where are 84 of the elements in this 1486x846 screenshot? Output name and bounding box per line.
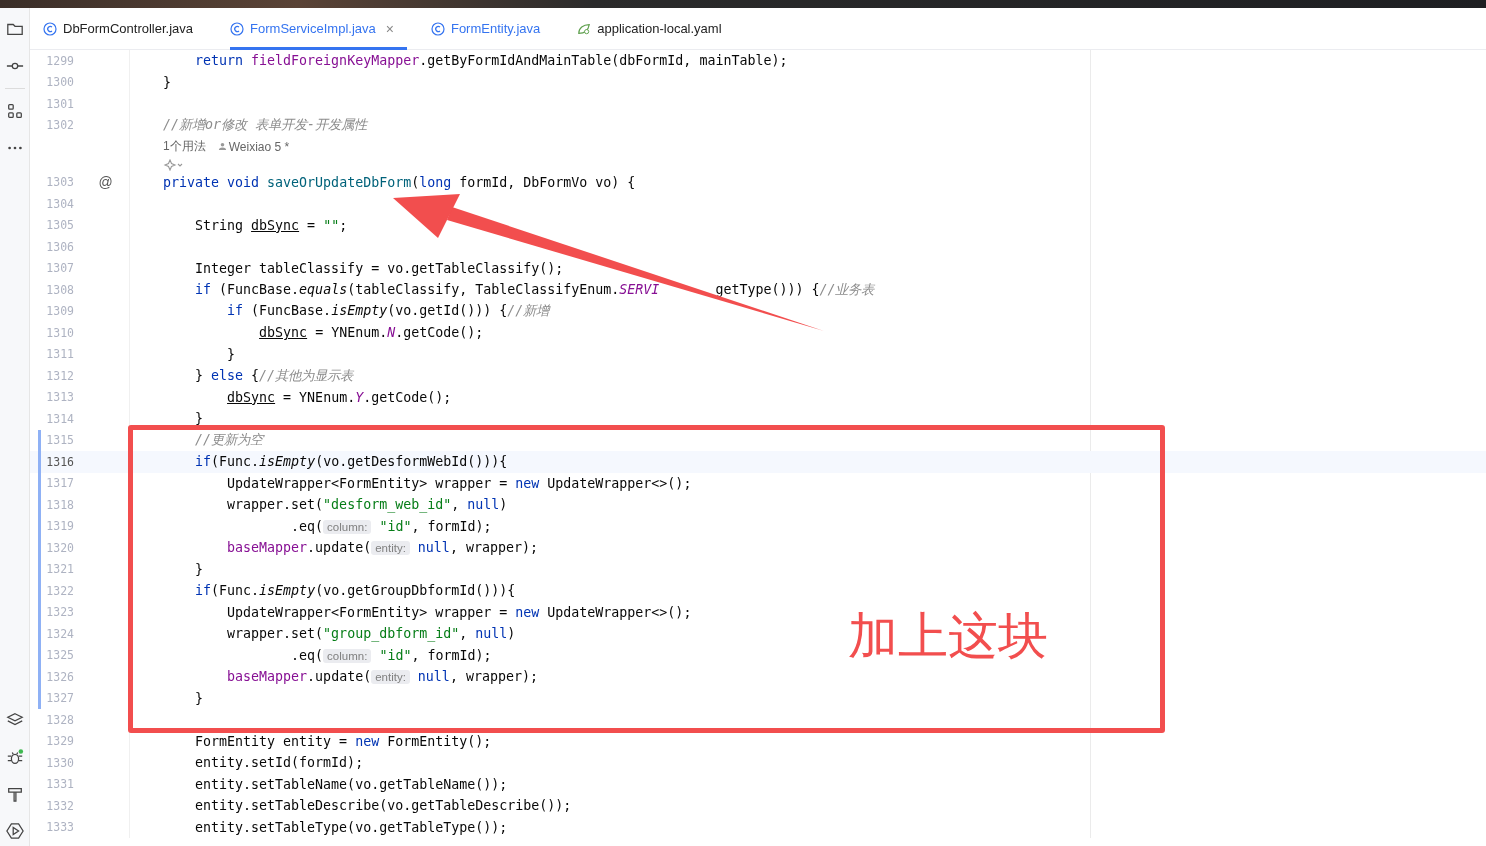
editor-tab[interactable]: application-local.yaml [577, 7, 735, 50]
code-line: UpdateWrapper<FormEntity> wrapper = new UpdateWrapper<>(); [226, 475, 692, 491]
usages-count[interactable]: 1个用法 [163, 138, 206, 156]
code-line: baseMapper.update( entity: null, wrapper); [226, 669, 538, 685]
line-number: 1312 [45, 368, 74, 383]
line-number: 1317 [45, 476, 74, 491]
line-number: 1326 [45, 669, 74, 684]
code-line: entity.setId(formId); [194, 755, 364, 771]
class-icon [43, 21, 57, 36]
code-line: entity.setTableDescribe(vo.getTableDescribe()); [194, 798, 572, 814]
line-number: 1330 [45, 755, 74, 770]
editor-tab[interactable]: FormServiceImpl.java × [230, 7, 407, 50]
line-number: 1323 [45, 605, 74, 620]
author-label[interactable]: Weixiao 5 * [228, 139, 290, 154]
code-line: wrapper.set("desform_web_id", null) [226, 497, 508, 513]
line-number: 1320 [45, 540, 74, 555]
person-icon [217, 142, 227, 152]
code-line: if(Func.isEmpty(vo.getDesformWebId())){ [194, 454, 508, 470]
line-number: 1316 [45, 454, 74, 469]
line-number: 1303 [45, 175, 74, 190]
line-number: 1318 [45, 497, 74, 512]
line-number: 1315 [45, 433, 74, 448]
line-number: 1311 [45, 347, 74, 362]
hammer-icon[interactable] [5, 785, 24, 803]
line-number: 1313 [45, 390, 74, 405]
line-number: 1328 [45, 712, 74, 727]
line-number: 1304 [45, 196, 74, 211]
code-line: if(Func.isEmpty(vo.getGroupDbformId())){ [194, 583, 516, 599]
gutter-marker[interactable]: @ [98, 174, 113, 191]
code-line: FormEntity entity = new FormEntity(); [194, 733, 492, 749]
line-number: 1332 [45, 798, 74, 813]
line-number: 1302 [45, 118, 74, 133]
code-line: if (FuncBase.isEmpty(vo.getId())) {//新增 [226, 303, 550, 319]
code-line: .eq( column: "id", formId); [290, 647, 492, 663]
line-number: 1331 [45, 777, 74, 792]
line-number: 1325 [45, 648, 74, 663]
structure-icon[interactable] [5, 102, 24, 120]
code-line: dbSync = YNEnum.N.getCode(); [258, 325, 484, 341]
line-number: 1301 [45, 96, 74, 111]
class-icon [430, 21, 445, 36]
code-line: } [194, 690, 204, 706]
editor-tab[interactable]: FormEntity.java [430, 7, 554, 50]
code-line: Integer tableClassify = vo.getTableClassify(); [194, 260, 564, 276]
code-line: } [226, 346, 236, 362]
class-icon [230, 21, 245, 36]
line-number: 1314 [45, 411, 74, 426]
editor-tab[interactable]: DbFormController.java [43, 7, 207, 50]
play-icon[interactable] [5, 822, 24, 840]
bug-icon[interactable] [5, 748, 24, 766]
code-line: } [194, 561, 204, 577]
line-number: 1329 [45, 734, 74, 749]
line-number: 1305 [45, 218, 74, 233]
code-line: baseMapper.update( entity: null, wrapper); [226, 540, 538, 556]
code-line: entity.setTableType(vo.getTableType()); [194, 819, 508, 835]
line-number: 1327 [45, 691, 74, 706]
line-number: 1319 [45, 519, 74, 534]
line-number: 1308 [45, 282, 74, 297]
code-line: //新增or修改 表单开发-开发属性 [163, 117, 368, 133]
code-line: wrapper.set("group_dbform_id", null) [226, 626, 516, 642]
line-number: 1333 [45, 820, 74, 835]
annotation-note: 加上这块 [848, 606, 1048, 667]
code-line: } else {//其他为显示表 [194, 367, 354, 383]
code-line: UpdateWrapper<FormEntity> wrapper = new UpdateWrapper<>(); [226, 604, 692, 620]
code-line: String dbSync = ""; [194, 217, 348, 233]
code-line: .eq( column: "id", formId); [290, 518, 492, 534]
line-number: 1322 [45, 583, 74, 598]
leaf-icon [577, 21, 592, 36]
code-line: entity.setTableName(vo.getTableName()); [194, 776, 508, 792]
code-line: private void saveOrUpdateDbForm(long formId, DbFormVo vo) { [163, 174, 636, 190]
line-number: 1300 [45, 75, 74, 90]
line-number: 1324 [45, 626, 74, 641]
line-number: 1310 [45, 325, 74, 340]
code-line: } [194, 411, 204, 427]
line-number: 1321 [45, 562, 74, 577]
line-number: 1307 [45, 261, 74, 276]
code-line: return fieldForeignKeyMapper.getByFormIdAndMainTable(dbFormId, mainTable); [194, 53, 788, 69]
line-number: 1299 [45, 53, 74, 68]
sparkle-dropdown-icon[interactable] [163, 158, 185, 171]
code-line: if (FuncBase.equals(tableClassify, TableClassifyEnum.SERVI getType())) {//业务表 [194, 281, 875, 297]
line-number: 1306 [45, 239, 74, 254]
code-line: //更新为空 [194, 432, 264, 448]
line-number: 1309 [45, 304, 74, 319]
code-line: } [163, 74, 171, 90]
code-line: dbSync = YNEnum.Y.getCode(); [226, 389, 452, 405]
